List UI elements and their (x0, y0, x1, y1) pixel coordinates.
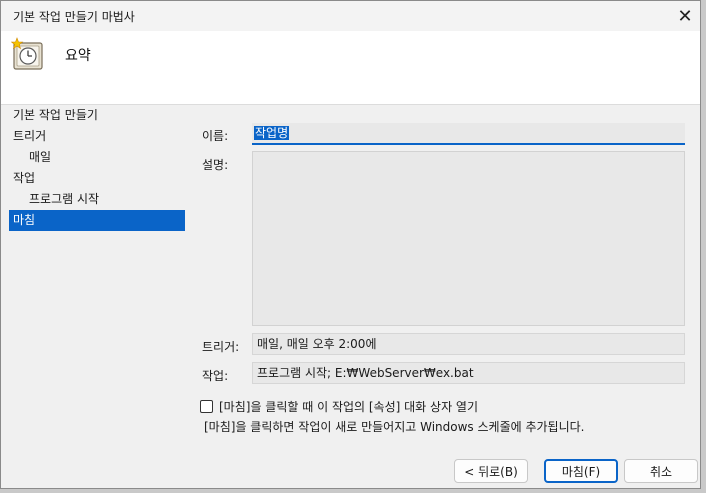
open-properties-checkbox-label: [마침]을 클릭할 때 이 작업의 [속성] 대화 상자 열기 (219, 399, 479, 414)
close-icon[interactable]: ✕ (670, 1, 700, 31)
trigger-summary-field: 매일, 매일 오후 2:00에 (252, 333, 685, 355)
open-properties-checkbox[interactable] (200, 399, 213, 413)
name-input[interactable]: 작업명 (252, 123, 685, 145)
sidebar-item-create-basic-task: 기본 작업 만들기 (13, 108, 98, 122)
window-title: 기본 작업 만들기 마법사 (13, 10, 135, 24)
name-input-value: 작업명 (254, 126, 290, 140)
description-textarea[interactable] (252, 151, 685, 326)
trigger-label: 트리거: (202, 340, 240, 354)
wizard-header: 요약 (1, 31, 700, 105)
create-basic-task-wizard-dialog: 기본 작업 만들기 마법사 ✕ 요약 기본 작업 만들기 트리거 매일 작업 프… (0, 0, 701, 489)
name-label: 이름: (202, 129, 229, 143)
sidebar-item-start-program: 프로그램 시작 (29, 192, 100, 206)
finish-button[interactable]: 마침(F) (544, 459, 618, 483)
sidebar-item-daily: 매일 (29, 150, 52, 164)
page-heading: 요약 (65, 48, 91, 64)
sidebar-item-trigger: 트리거 (13, 129, 47, 143)
clock-sparkle-icon (11, 37, 43, 70)
action-summary-field: 프로그램 시작; E:₩WebServer₩ex.bat (252, 362, 685, 384)
cancel-button[interactable]: 취소 (624, 459, 698, 483)
sidebar-item-finish: 마침 (9, 210, 185, 231)
open-properties-checkbox-row[interactable]: [마침]을 클릭할 때 이 작업의 [속성] 대화 상자 열기 (200, 397, 478, 415)
finish-info-text: [마침]을 클릭하면 작업이 새로 만들어지고 Windows 스케줄에 추가됩… (204, 420, 585, 434)
wizard-steps-sidebar: 기본 작업 만들기 트리거 매일 작업 프로그램 시작 마침 (9, 105, 185, 445)
action-label: 작업: (202, 369, 229, 383)
back-button[interactable]: < 뒤로(B) (454, 459, 528, 483)
description-label: 설명: (202, 158, 229, 172)
sidebar-item-action: 작업 (13, 171, 36, 185)
title-bar[interactable]: 기본 작업 만들기 마법사 ✕ (1, 1, 700, 31)
